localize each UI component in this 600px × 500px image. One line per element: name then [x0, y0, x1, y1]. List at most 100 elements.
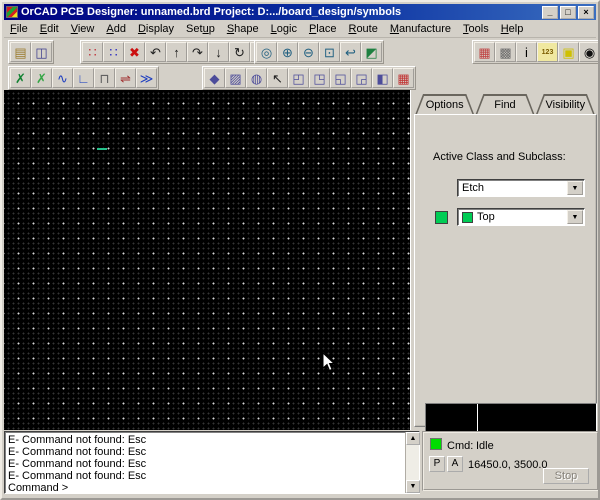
color-priority-button[interactable]: ▩ [495, 42, 516, 62]
menu-item[interactable]: View [65, 21, 101, 37]
absolute-mode-button[interactable]: A [447, 456, 463, 472]
menu-item[interactable]: Place [303, 21, 343, 37]
control-panel: Options Find Visibility Active Class and… [410, 90, 600, 430]
title-bar: OrCAD PCB Designer: unnamed.brd Project:… [4, 4, 596, 20]
menu-item[interactable]: Edit [34, 21, 65, 37]
custom-smooth-button[interactable]: ⊓ [94, 68, 115, 88]
delete-button[interactable]: ✖ [124, 42, 145, 62]
add-vertex-button[interactable]: ∟ [73, 68, 94, 88]
redo-button[interactable]: ↷ [187, 42, 208, 62]
close-button[interactable]: × [578, 6, 594, 19]
toolbar-row-1: ▤◫ ∷∷✖↶↑↷↓↻⊸ ◎⊕⊖⊡↩◩ ▦▩i123▣◉ [4, 38, 596, 64]
chevron-down-icon[interactable]: ▼ [567, 181, 583, 195]
unrats-net-button[interactable]: ✗ [10, 68, 31, 88]
stop-button[interactable]: Stop [543, 468, 589, 484]
undo-button[interactable]: ↶ [145, 42, 166, 62]
orcad-pcb-designer-window: OrCAD PCB Designer: unnamed.brd Project:… [0, 0, 600, 500]
command-status-led [430, 438, 442, 450]
menu-item[interactable]: File [4, 21, 34, 37]
info-button[interactable]: i [516, 42, 537, 62]
menu-item[interactable]: Help [495, 21, 530, 37]
layer-color-swatch [435, 211, 448, 224]
console-line: E- Command not found: Esc [8, 470, 402, 482]
redo-checkpoint-button[interactable]: ↓ [208, 42, 229, 62]
zoom-in-button[interactable]: ⊕ [277, 42, 298, 62]
console-line: E- Command not found: Esc [8, 434, 402, 446]
shape-select-void-button[interactable]: ◲ [351, 68, 372, 88]
highlight-button[interactable]: ▣ [558, 42, 579, 62]
menu-item[interactable]: Route [342, 21, 383, 37]
active-class-label: Active Class and Subclass: [433, 151, 566, 163]
class-dropdown[interactable]: Etch ▼ [457, 179, 585, 197]
canvas-etch-segment [97, 148, 107, 150]
tab-options[interactable]: Options [415, 94, 474, 115]
file-toolbar-group: ▤◫ [8, 40, 54, 64]
delay-tune-button[interactable]: ⇌ [115, 68, 136, 88]
console-output: E- Command not found: EscE- Command not … [5, 432, 405, 493]
tab-find[interactable]: Find [475, 94, 534, 115]
status-panel: Cmd: Idle P A 16450.0, 3500.0 Stop [422, 431, 599, 491]
measure-button[interactable]: 123 [537, 42, 558, 62]
display-toolbar-group: ▦▩i123▣◉ [472, 40, 600, 64]
zoom-out-button[interactable]: ⊖ [298, 42, 319, 62]
shape-circular-button[interactable]: ◍ [246, 68, 267, 88]
select-shape-button[interactable]: ↖ [267, 68, 288, 88]
cmd-state: Idle [476, 440, 494, 452]
shape-rectangular-button[interactable]: ▨ [225, 68, 246, 88]
tab-visibility[interactable]: Visibility [536, 94, 595, 115]
save-button[interactable]: ◫ [31, 42, 52, 62]
scroll-up-icon[interactable]: ▲ [406, 432, 420, 445]
rats-all-button[interactable]: ∷ [103, 42, 124, 62]
shove-button[interactable]: ↻ [229, 42, 250, 62]
shape-delete-island-button[interactable]: ◱ [330, 68, 351, 88]
dehighlight-button[interactable]: ◉ [579, 42, 600, 62]
zoom-toolbar-group: ◎⊕⊖⊡↩◩ [254, 40, 384, 64]
undo-checkpoint-button[interactable]: ↑ [166, 42, 187, 62]
bottom-strip [4, 494, 596, 498]
shape-check-button[interactable]: ▦ [393, 68, 414, 88]
panel-tabs: Options Find Visibility [415, 94, 596, 115]
shape-edit-boundary-button[interactable]: ◳ [309, 68, 330, 88]
minimize-button[interactable]: _ [542, 6, 558, 19]
route-next-button[interactable]: ≫ [136, 68, 157, 88]
shadow-toggle-button[interactable]: ◩ [361, 42, 382, 62]
menu-item[interactable]: Display [132, 21, 180, 37]
shape-polygon-button[interactable]: ◆ [204, 68, 225, 88]
zoom-world-button[interactable]: ⊡ [319, 42, 340, 62]
menu-item[interactable]: Setup [180, 21, 221, 37]
console-line: E- Command not found: Esc [8, 458, 402, 470]
console-line: E- Command not found: Esc [8, 446, 402, 458]
options-tab-page: Active Class and Subclass: Etch ▼ Top ▼ [414, 114, 597, 427]
menu-item[interactable]: Add [100, 21, 132, 37]
toolbar-row-2: ✗✗∿∟⊓⇌≫ ◆▨◍↖◰◳◱◲◧▦ [4, 64, 596, 90]
zoom-points-button[interactable]: ◎ [256, 42, 277, 62]
chevron-down-icon[interactable]: ▼ [567, 210, 583, 224]
subclass-dropdown[interactable]: Top ▼ [457, 208, 585, 226]
maximize-button[interactable]: □ [560, 6, 576, 19]
window-title: OrCAD PCB Designer: unnamed.brd Project:… [21, 6, 542, 18]
menu-item[interactable]: Tools [457, 21, 495, 37]
design-canvas[interactable] [4, 90, 410, 430]
open-button[interactable]: ▤ [10, 42, 31, 62]
menu-item[interactable]: Manufacture [384, 21, 457, 37]
shape-toolbar-group: ◆▨◍↖◰◳◱◲◧▦ [202, 66, 416, 90]
rats-net-button[interactable]: ✗ [31, 68, 52, 88]
cursor-coordinates: 16450.0, 3500.0 [468, 459, 548, 471]
mouse-cursor-icon [322, 352, 336, 372]
shape-manual-void-button[interactable]: ◰ [288, 68, 309, 88]
pick-mode-button[interactable]: P [429, 456, 445, 472]
slide-button[interactable]: ∿ [52, 68, 73, 88]
shape-merge-button[interactable]: ◧ [372, 68, 393, 88]
command-console[interactable]: E- Command not found: EscE- Command not … [4, 431, 420, 494]
zoom-previous-button[interactable]: ↩ [340, 42, 361, 62]
menu-item[interactable]: Logic [265, 21, 303, 37]
subclass-color-swatch [462, 212, 473, 223]
color-dialog-button[interactable]: ▦ [474, 42, 495, 62]
edit-toolbar-group: ∷∷✖↶↑↷↓↻⊸ [80, 40, 273, 64]
menu-item[interactable]: Shape [221, 21, 265, 37]
class-dropdown-value: Etch [458, 182, 567, 194]
unrats-all-button[interactable]: ∷ [82, 42, 103, 62]
console-scrollbar[interactable]: ▲ ▼ [405, 432, 419, 493]
app-icon [6, 6, 18, 18]
scroll-down-icon[interactable]: ▼ [406, 480, 420, 493]
